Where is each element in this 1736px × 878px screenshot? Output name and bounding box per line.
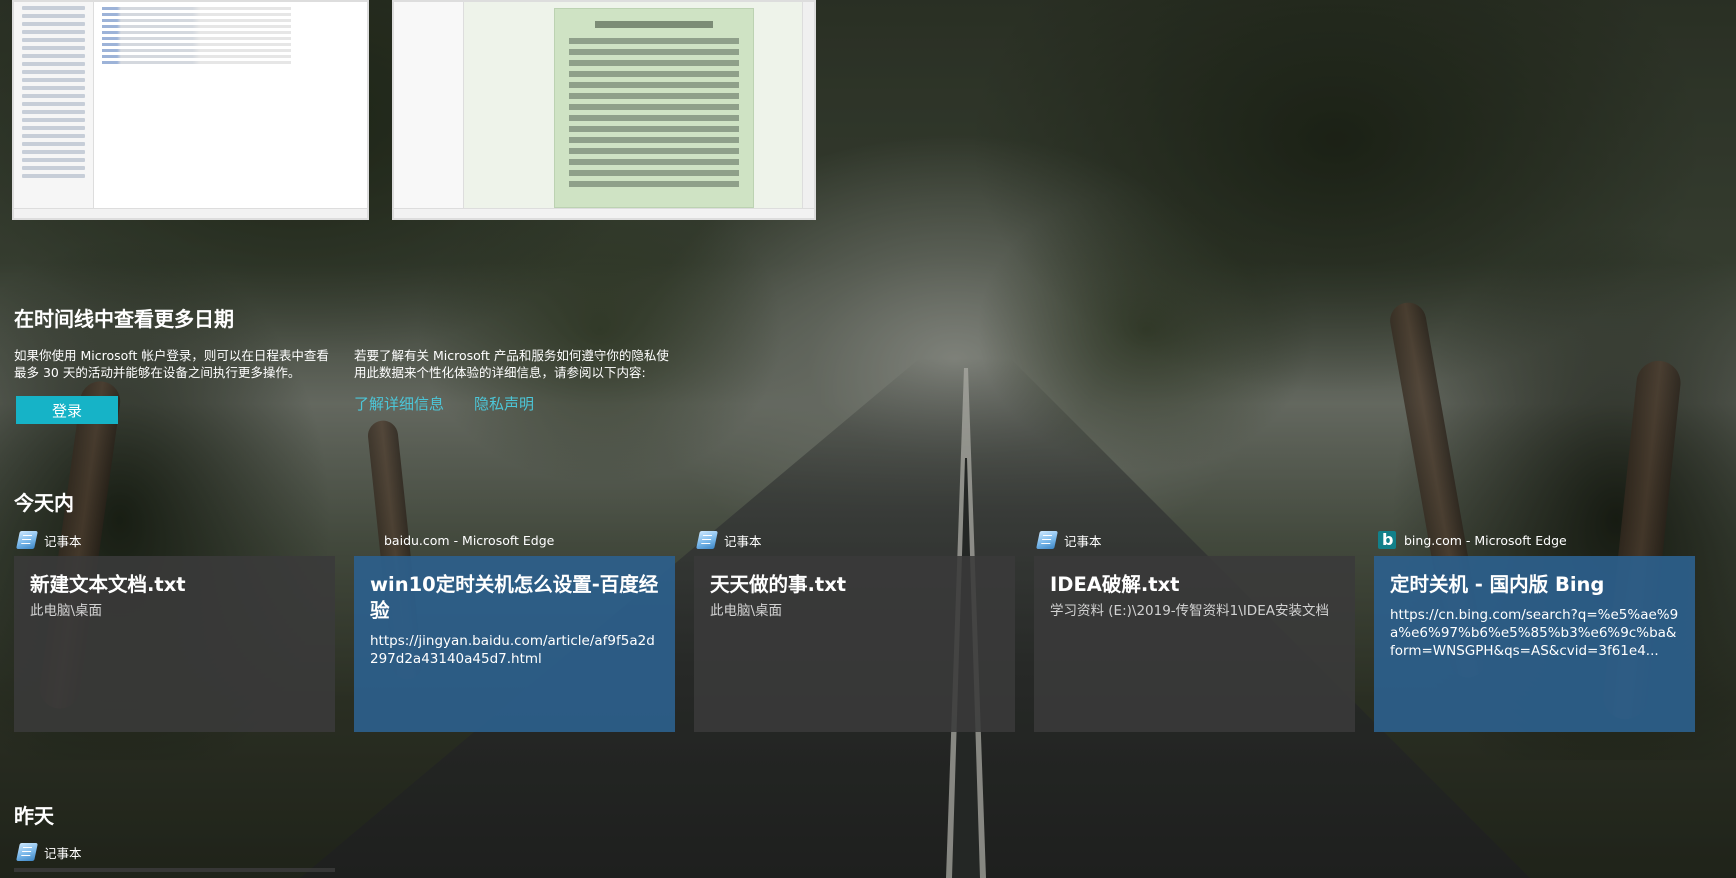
- explorer-status-bar: [14, 208, 367, 218]
- activity-tile[interactable]: 定时关机 - 国内版 Bing https://cn.bing.com/sear…: [1374, 556, 1695, 732]
- activity-tile[interactable]: 天天做的事.txt 此电脑\桌面: [694, 556, 1015, 732]
- activity-card[interactable]: baidu.com - Microsoft Edge win10定时关机怎么设置…: [354, 526, 675, 732]
- activity-tile[interactable]: [14, 868, 335, 872]
- activity-header: bing.com - Microsoft Edge: [1374, 526, 1695, 554]
- activity-title: IDEA破解.txt: [1050, 573, 1180, 596]
- activity-title: win10定时关机怎么设置-百度经验: [370, 573, 659, 622]
- document-scrollbar: [802, 2, 814, 218]
- activity-title: 新建文本文档.txt: [30, 573, 186, 596]
- activity-title: 天天做的事.txt: [710, 573, 847, 596]
- explorer-nav-pane: [14, 2, 94, 218]
- activity-location: 此电脑\桌面: [710, 603, 783, 619]
- app-name: bing.com - Microsoft Edge: [1404, 532, 1567, 548]
- privacy-description: 若要了解有关 Microsoft 产品和服务如何遵守你的隐私使用此数据来个性化体…: [354, 348, 669, 380]
- learn-more-link[interactable]: 了解详细信息: [354, 393, 444, 414]
- app-name: 记事本: [1064, 533, 1102, 549]
- app-name: baidu.com - Microsoft Edge: [384, 532, 555, 548]
- activity-header: 记事本: [1034, 526, 1355, 554]
- bing-icon: [1378, 530, 1396, 549]
- app-name: 记事本: [44, 533, 82, 549]
- activity-location: 此电脑\桌面: [30, 603, 103, 619]
- notepad-icon: [16, 843, 38, 861]
- activity-header: 记事本: [14, 838, 335, 866]
- activity-tile[interactable]: win10定时关机怎么设置-百度经验 https://jingyan.baidu…: [354, 556, 675, 732]
- app-name: 记事本: [44, 845, 82, 861]
- notepad-icon: [1036, 531, 1058, 549]
- activity-url: https://cn.bing.com/search?q=%e5%ae%9a%e…: [1390, 607, 1679, 659]
- document-page: [554, 8, 754, 208]
- activity-tile[interactable]: 新建文本文档.txt 此电脑\桌面: [14, 556, 335, 732]
- activity-header: baidu.com - Microsoft Edge: [354, 526, 675, 554]
- notepad-icon: [16, 531, 38, 549]
- activity-tile[interactable]: IDEA破解.txt 学习资料 (E:)\2019-传智资料1\IDEA安装文档: [1034, 556, 1355, 732]
- explorer-window-thumbnail[interactable]: [12, 0, 369, 220]
- activity-card[interactable]: bing.com - Microsoft Edge 定时关机 - 国内版 Bin…: [1374, 526, 1695, 732]
- signin-button[interactable]: 登录: [16, 396, 118, 424]
- activity-card[interactable]: 记事本: [14, 838, 335, 872]
- app-name: 记事本: [724, 533, 762, 549]
- activity-card[interactable]: 记事本 IDEA破解.txt 学习资料 (E:)\2019-传智资料1\IDEA…: [1034, 526, 1355, 732]
- activity-header: 记事本: [14, 526, 335, 554]
- activity-card[interactable]: 记事本 天天做的事.txt 此电脑\桌面: [694, 526, 1015, 732]
- signin-title: 在时间线中查看更多日期: [14, 307, 234, 331]
- privacy-statement-link[interactable]: 隐私声明: [474, 393, 534, 414]
- explorer-file-list: [102, 4, 291, 67]
- activity-title: 定时关机 - 国内版 Bing: [1390, 573, 1605, 596]
- notepad-icon: [696, 531, 718, 549]
- signin-description: 如果你使用 Microsoft 帐户登录，则可以在日程表中查看最多 30 天的活…: [14, 348, 329, 380]
- activity-header: 记事本: [694, 526, 1015, 554]
- document-status-bar: [394, 208, 814, 218]
- section-heading-yesterday: 昨天: [14, 804, 54, 828]
- section-heading-today: 今天内: [14, 491, 74, 515]
- activity-location: 学习资料 (E:)\2019-传智资料1\IDEA安装文档: [1050, 603, 1329, 619]
- activity-card[interactable]: 记事本 新建文本文档.txt 此电脑\桌面: [14, 526, 335, 732]
- edge-icon: [358, 531, 376, 549]
- document-side-panel: [394, 2, 464, 218]
- document-window-thumbnail[interactable]: [392, 0, 816, 220]
- activity-url: https://jingyan.baidu.com/article/af9f5a…: [370, 633, 655, 667]
